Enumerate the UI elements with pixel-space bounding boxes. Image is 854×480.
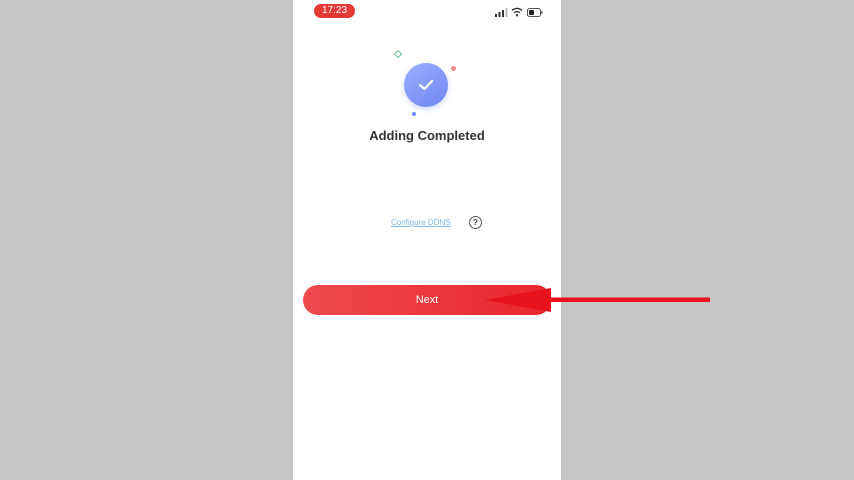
success-illustration <box>390 48 460 120</box>
sparkle-dot-icon <box>412 112 416 116</box>
sparkle-icon <box>393 49 403 59</box>
checkmark-icon <box>418 79 434 91</box>
help-icon[interactable]: ? <box>469 216 482 229</box>
status-time: 17:23 <box>314 4 355 18</box>
check-circle-icon <box>404 63 448 107</box>
page-title: Adding Completed <box>369 128 485 143</box>
wifi-icon <box>511 7 523 17</box>
signal-icon <box>495 8 508 17</box>
video-frame: 17:23 Adding Completed Configure DDNS ? … <box>0 0 854 480</box>
battery-icon <box>527 8 543 17</box>
status-bar: 17:23 <box>293 0 561 24</box>
sparkle-dot-icon <box>451 66 456 71</box>
configure-ddns-link[interactable]: Configure DDNS <box>391 218 451 227</box>
phone-screen: 17:23 Adding Completed Configure DDNS ? … <box>293 0 561 480</box>
ddns-row: Configure DDNS ? <box>391 216 491 232</box>
pointer-arrow-icon <box>485 288 710 312</box>
